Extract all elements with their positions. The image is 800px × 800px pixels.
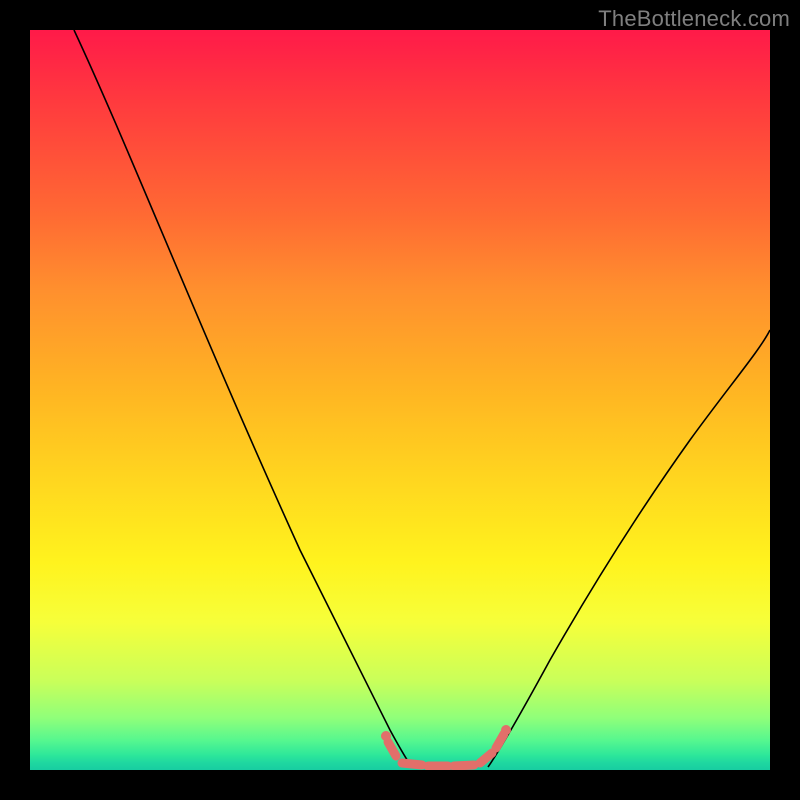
chart-stage: TheBottleneck.com [0,0,800,800]
curves-svg [30,30,770,770]
watermark-text: TheBottleneck.com [598,6,790,32]
left-curve [74,30,412,767]
plot-area [30,30,770,770]
bottom-markers [381,725,511,766]
right-curve [488,330,770,767]
